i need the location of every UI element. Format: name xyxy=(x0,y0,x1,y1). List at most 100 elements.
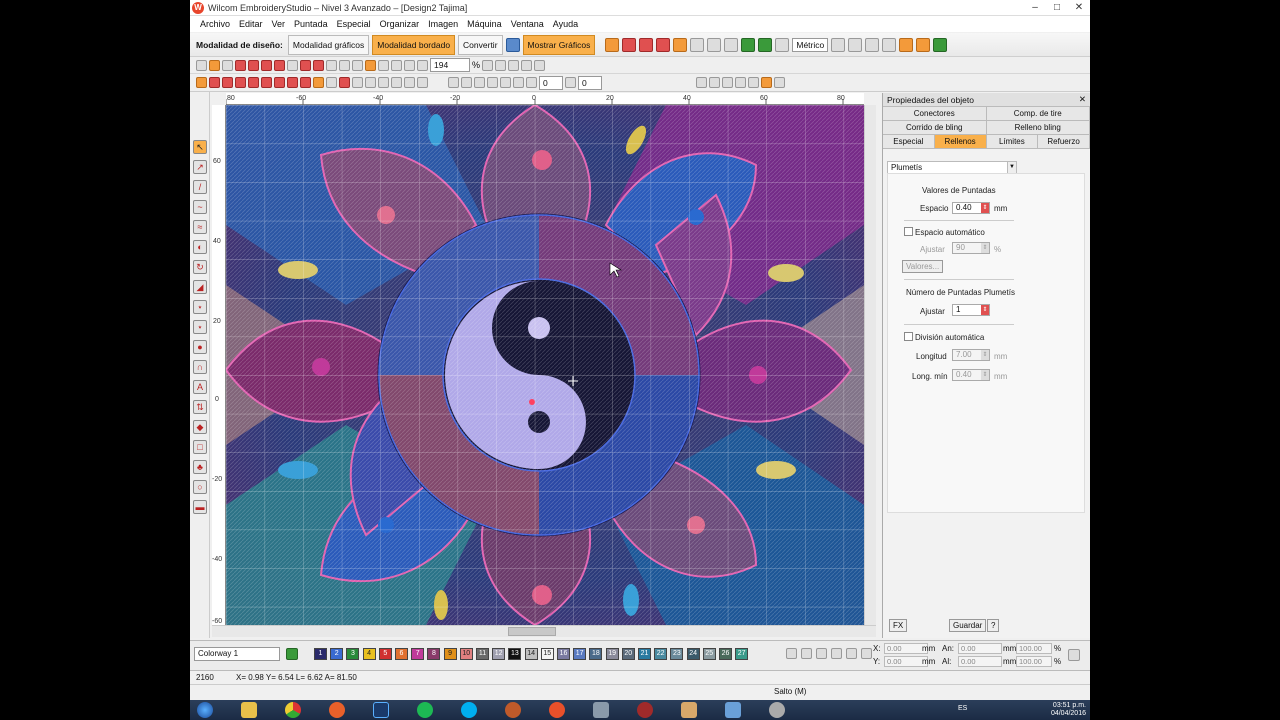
adjust2-input[interactable]: 1 ⇕ xyxy=(952,304,990,316)
table-icon[interactable] xyxy=(775,37,790,52)
tab-corrido-bling[interactable]: Corrido de bling xyxy=(883,121,987,134)
chip-tool-icon-4[interactable] xyxy=(831,648,842,659)
spacing-input[interactable]: 0.40 ⇕ xyxy=(952,202,990,214)
tool-icon-a[interactable] xyxy=(865,37,880,52)
thread-chip[interactable]: 20 xyxy=(621,648,635,660)
link-icon[interactable] xyxy=(404,59,415,71)
grid-icon[interactable] xyxy=(690,37,705,52)
explorer-icon[interactable] xyxy=(234,701,264,719)
run-tool-icon[interactable]: / xyxy=(193,180,207,194)
adjust2-spinner[interactable]: ⇕ xyxy=(981,305,989,315)
view-stitch-icon-10[interactable] xyxy=(326,77,337,88)
tab-limites[interactable]: Límites xyxy=(986,135,1039,148)
mode-embroidery-button[interactable]: Modalidad bordado xyxy=(372,34,456,55)
fx-button[interactable]: FX xyxy=(889,619,908,632)
copy-icon[interactable] xyxy=(339,59,350,71)
column-tool-icon[interactable]: ≈ xyxy=(193,220,207,234)
view-icon-2[interactable] xyxy=(521,59,533,71)
thread-chip[interactable]: 11 xyxy=(476,648,489,660)
arc-tool-icon[interactable]: ∩ xyxy=(193,360,207,374)
start-button[interactable] xyxy=(190,701,220,719)
stitch-icon-3[interactable] xyxy=(261,59,272,71)
spotify-icon[interactable] xyxy=(410,701,440,719)
view-icon-1[interactable] xyxy=(508,59,520,71)
length-input[interactable]: 7.00 ⇕ xyxy=(952,349,990,361)
width-percent-input[interactable]: 100.00 xyxy=(1016,643,1052,654)
convert-button[interactable]: Convertir xyxy=(458,34,503,55)
slow-redraw-icon[interactable] xyxy=(848,37,863,52)
view-stitch-icon-3[interactable] xyxy=(235,77,246,88)
calculator-icon[interactable] xyxy=(586,701,616,719)
minimize-button[interactable]: – xyxy=(1024,1,1046,15)
zoom-fit-icon[interactable] xyxy=(495,59,507,71)
stitch-icon-6[interactable] xyxy=(313,59,324,71)
tool-icon-e[interactable] xyxy=(933,37,948,52)
monogram-tool-icon[interactable]: ⇅ xyxy=(193,400,207,414)
split-tool-icon[interactable]: ▬ xyxy=(193,500,207,514)
measure-icon[interactable] xyxy=(831,37,846,52)
thread-chip[interactable]: 23 xyxy=(670,648,684,660)
tab-refuerzo[interactable]: Refuerzo xyxy=(1038,135,1090,148)
thread-chip[interactable]: 3 xyxy=(346,648,360,660)
ellipse-tool-icon[interactable]: ○ xyxy=(193,480,207,494)
refresh-icon[interactable] xyxy=(758,37,773,52)
fill-tool-icon[interactable] xyxy=(605,37,620,52)
app-icon-4[interactable] xyxy=(718,701,748,719)
design-canvas[interactable] xyxy=(226,105,864,625)
rotate-input[interactable]: 0 xyxy=(539,75,563,90)
view-stitch-icon-1[interactable] xyxy=(209,77,220,88)
values-button[interactable]: Valores... xyxy=(902,260,944,273)
thread-chip[interactable]: 10 xyxy=(459,648,473,660)
chip-tool-icon-3[interactable] xyxy=(816,648,827,659)
chip-tool-icon-6[interactable] xyxy=(861,648,872,659)
menu-maquina[interactable]: Máquina xyxy=(467,19,502,29)
thread-chip[interactable]: 12 xyxy=(492,648,506,660)
select-tool-icon[interactable]: ↖ xyxy=(193,140,207,154)
chrome-icon[interactable] xyxy=(278,701,308,719)
view-stitch-icon-8[interactable] xyxy=(300,77,311,88)
thread-chip[interactable]: 7 xyxy=(411,648,425,660)
tab-rellenos[interactable]: Rellenos xyxy=(934,135,987,148)
language-indicator[interactable]: ES xyxy=(958,705,967,712)
show-graphics-button[interactable]: Mostrar Gráficos xyxy=(522,34,596,55)
tool-icon-b[interactable] xyxy=(882,37,897,52)
thread-chip[interactable]: 1 xyxy=(314,648,327,660)
shape-tool-icon[interactable] xyxy=(656,37,671,52)
thread-chip[interactable]: 27 xyxy=(735,648,749,660)
spacing-spinner[interactable]: ⇕ xyxy=(981,203,989,213)
fill-tool-icon-2[interactable]: ⋆ xyxy=(193,320,207,334)
save-icon[interactable] xyxy=(222,59,233,71)
height-input[interactable]: 0.00 xyxy=(958,656,1002,667)
thread-chip[interactable]: 14 xyxy=(524,648,538,660)
width-input[interactable]: 0.00 xyxy=(958,643,1002,654)
tool-icon-d[interactable] xyxy=(916,37,931,52)
satin-column-icon[interactable]: ◐ xyxy=(193,240,207,254)
menu-organizar[interactable]: Organizar xyxy=(380,19,420,29)
panel-close-icon[interactable]: ✕ xyxy=(1079,94,1086,105)
view-stitch-icon-6[interactable] xyxy=(274,77,285,88)
view-stitch-icon-7[interactable] xyxy=(287,77,298,88)
wilcom-icon[interactable] xyxy=(322,701,352,719)
print-icon[interactable] xyxy=(287,59,298,71)
paint-icon[interactable] xyxy=(674,701,704,719)
globe-icon[interactable] xyxy=(505,37,520,52)
view-stitch-icon-13[interactable] xyxy=(365,77,376,88)
thread-chip[interactable]: 6 xyxy=(395,648,408,660)
stitch-icon-4[interactable] xyxy=(274,59,285,71)
lock-proportions-icon[interactable] xyxy=(1068,649,1080,661)
thread-chip[interactable]: 21 xyxy=(638,648,651,660)
menu-especial[interactable]: Especial xyxy=(337,19,371,29)
open-file-icon[interactable] xyxy=(209,59,220,71)
view-stitch-icon-14[interactable] xyxy=(378,77,389,88)
thread-chip[interactable]: 5 xyxy=(378,648,392,660)
menu-archivo[interactable]: Archivo xyxy=(200,19,230,29)
horizontal-scroll-thumb[interactable] xyxy=(508,627,556,636)
help-button[interactable]: ? xyxy=(987,619,1000,632)
thread-chip[interactable]: 13 xyxy=(508,648,522,660)
stamp-tool-icon[interactable]: □ xyxy=(193,440,207,454)
zoom-input[interactable]: 194 xyxy=(430,58,470,72)
skype-icon[interactable] xyxy=(454,701,484,719)
thread-chip[interactable]: 26 xyxy=(719,648,732,660)
maximize-button[interactable]: □ xyxy=(1046,1,1068,15)
view-stitch-icon-16[interactable] xyxy=(417,77,428,88)
